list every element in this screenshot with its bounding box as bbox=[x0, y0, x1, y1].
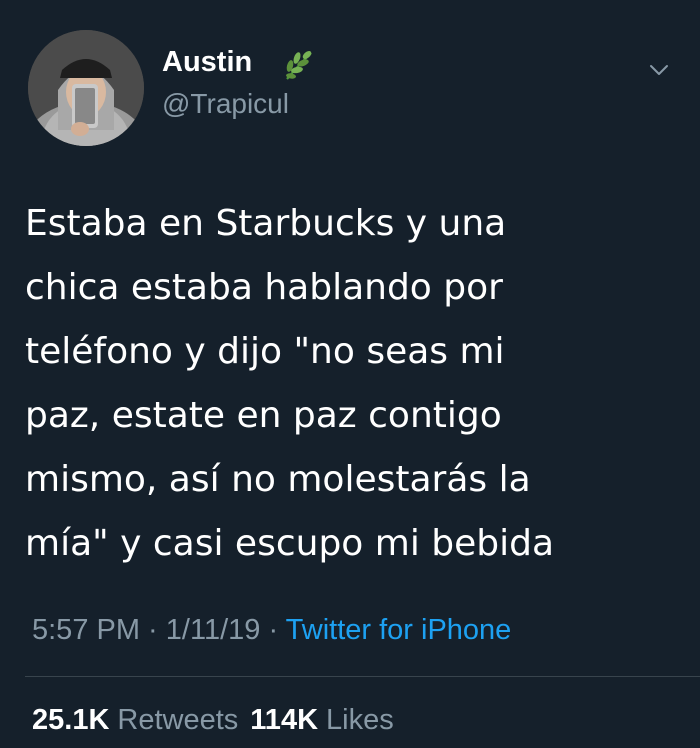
herb-icon bbox=[286, 51, 312, 80]
tweet-meta: 5:57 PM · 1/11/19 · Twitter for iPhone bbox=[32, 610, 511, 650]
tweet: Austin @Trapicul Estaba en Starbucks y u… bbox=[0, 0, 700, 748]
like-count[interactable]: 114K bbox=[250, 704, 318, 736]
tweet-source-link[interactable]: Twitter for iPhone bbox=[286, 614, 512, 646]
display-name[interactable]: Austin bbox=[162, 44, 252, 80]
tweet-time: 5:57 PM bbox=[32, 614, 140, 646]
chevron-down-icon[interactable] bbox=[645, 56, 673, 84]
tweet-text: Estaba en Starbucks y una chica estaba h… bbox=[25, 203, 555, 564]
divider bbox=[25, 676, 700, 677]
user-handle[interactable]: @Trapicul bbox=[162, 86, 289, 122]
avatar[interactable] bbox=[28, 30, 144, 146]
meta-separator: · bbox=[140, 614, 166, 646]
meta-separator: · bbox=[260, 614, 286, 646]
avatar-image bbox=[28, 30, 144, 146]
retweet-count[interactable]: 25.1K bbox=[32, 704, 109, 736]
retweet-label[interactable]: Retweets bbox=[117, 704, 238, 736]
tweet-stats: 25.1K Retweets 114K Likes bbox=[32, 700, 394, 740]
tweet-date: 1/11/19 bbox=[165, 614, 261, 646]
like-label[interactable]: Likes bbox=[326, 704, 394, 736]
